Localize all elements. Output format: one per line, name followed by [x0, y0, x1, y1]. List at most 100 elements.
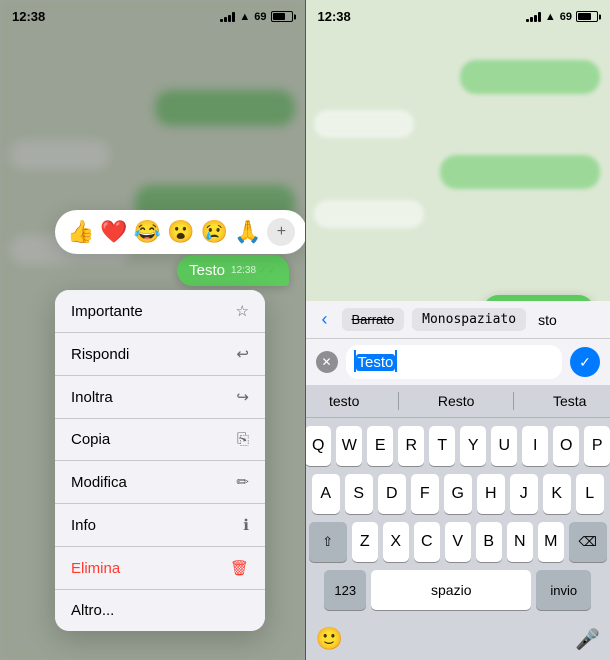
- emoji-thumbsup[interactable]: 👍: [67, 219, 94, 245]
- space-key[interactable]: spazio: [371, 570, 531, 610]
- key-v[interactable]: V: [445, 522, 471, 562]
- menu-item-copia[interactable]: Copia ⎘: [55, 419, 265, 461]
- reply-icon: ↩: [236, 345, 249, 363]
- key-p[interactable]: P: [584, 426, 610, 466]
- menu-item-elimina[interactable]: Elimina 🗑: [55, 547, 265, 590]
- invio-key[interactable]: invio: [536, 570, 591, 610]
- menu-item-altro[interactable]: Altro...: [55, 590, 265, 631]
- trash-icon: 🗑: [230, 559, 249, 577]
- right-status-time: 12:38: [318, 9, 351, 24]
- keyboard-area: ‹ Barrato Monospaziato sto ✕ Testo ✓ tes…: [306, 301, 610, 660]
- format-preview: sto: [538, 312, 557, 328]
- message-input[interactable]: Testo: [346, 345, 563, 379]
- key-c[interactable]: C: [414, 522, 440, 562]
- format-monospace[interactable]: Monospaziato: [412, 308, 526, 331]
- forward-icon: ↪: [236, 388, 249, 406]
- key-k[interactable]: K: [543, 474, 571, 514]
- left-phone: 12:38 ▲ 69 Testo 12:38 ✓✓ 👍 ❤️ 😂 😮 😢 🙏 +: [0, 0, 305, 660]
- menu-item-modifica[interactable]: Modifica ✏: [55, 461, 265, 504]
- menu-item-inoltra[interactable]: Inoltra ↪: [55, 376, 265, 419]
- key-w[interactable]: W: [336, 426, 362, 466]
- autocomplete-testa[interactable]: Testa: [545, 391, 594, 411]
- key-d[interactable]: D: [378, 474, 406, 514]
- key-g[interactable]: G: [444, 474, 472, 514]
- menu-label-rispondi: Rispondi: [71, 346, 129, 363]
- emoji-laugh[interactable]: 😂: [134, 219, 161, 245]
- autocomplete-divider-2: [513, 392, 514, 410]
- key-j[interactable]: J: [510, 474, 538, 514]
- key-o[interactable]: O: [553, 426, 579, 466]
- key-f[interactable]: F: [411, 474, 439, 514]
- autocomplete-testo[interactable]: testo: [321, 391, 367, 411]
- menu-item-rispondi[interactable]: Rispondi ↩: [55, 333, 265, 376]
- menu-label-copia: Copia: [71, 431, 110, 448]
- right-signal-icon: [526, 12, 541, 22]
- emoji-surprised[interactable]: 😮: [167, 219, 194, 245]
- right-phone: 12:38 ▲ 69 Testo 12:38 ✓✓ ‹ Barrato Mono…: [306, 0, 610, 660]
- key-y[interactable]: Y: [460, 426, 486, 466]
- status-time: 12:38: [12, 9, 45, 24]
- info-icon: ℹ: [243, 516, 249, 534]
- key-r[interactable]: R: [398, 426, 424, 466]
- status-bar: 12:38 ▲ 69: [0, 0, 305, 28]
- battery-icon: [271, 11, 293, 22]
- backspace-key[interactable]: ⌫: [569, 522, 607, 562]
- emoji-cry[interactable]: 😢: [201, 219, 228, 245]
- key-q[interactable]: Q: [306, 426, 332, 466]
- context-menu: Importante ☆ Rispondi ↩ Inoltra ↪ Copia …: [55, 290, 265, 631]
- key-row-1: Q W E R T Y U I O P: [310, 426, 607, 466]
- key-i[interactable]: I: [522, 426, 548, 466]
- battery-label: 69: [254, 11, 266, 23]
- key-t[interactable]: T: [429, 426, 455, 466]
- format-strikethrough[interactable]: Barrato: [342, 308, 405, 331]
- keyboard-rows: Q W E R T Y U I O P A S D F G H J K: [306, 418, 610, 622]
- emoji-heart[interactable]: ❤️: [100, 219, 127, 245]
- right-battery-label: 69: [560, 11, 572, 23]
- right-battery-icon: [576, 11, 598, 22]
- menu-label-altro: Altro...: [71, 602, 114, 619]
- keyboard-bottom: 🙂 🎤: [306, 622, 610, 660]
- right-status-bar: 12:38 ▲ 69: [306, 0, 610, 28]
- key-h[interactable]: H: [477, 474, 505, 514]
- menu-label-inoltra: Inoltra: [71, 389, 113, 406]
- format-back-button[interactable]: ‹: [316, 307, 334, 332]
- signal-icon: [220, 12, 235, 22]
- key-e[interactable]: E: [367, 426, 393, 466]
- autocomplete-divider-1: [398, 392, 399, 410]
- menu-label-elimina: Elimina: [71, 560, 120, 577]
- key-row-4: 123 spazio invio: [310, 570, 607, 610]
- autocomplete-resto[interactable]: Resto: [430, 391, 483, 411]
- emoji-keyboard-button[interactable]: 🙂: [316, 626, 343, 652]
- copy-icon: ⎘: [237, 431, 249, 448]
- tapped-message-bubble: Testo 12:38 ✓✓: [177, 255, 288, 286]
- key-x[interactable]: X: [383, 522, 409, 562]
- key-n[interactable]: N: [507, 522, 533, 562]
- key-m[interactable]: M: [538, 522, 564, 562]
- edit-icon: ✏: [236, 473, 249, 491]
- key-s[interactable]: S: [345, 474, 373, 514]
- clear-button[interactable]: ✕: [316, 351, 338, 373]
- right-status-icons: ▲ 69: [526, 11, 598, 23]
- menu-item-info[interactable]: Info ℹ: [55, 504, 265, 547]
- wifi-icon: ▲: [239, 11, 250, 23]
- menu-label-info: Info: [71, 517, 96, 534]
- key-b[interactable]: B: [476, 522, 502, 562]
- shift-key[interactable]: ⇧: [309, 522, 347, 562]
- key-a[interactable]: A: [312, 474, 340, 514]
- status-icons: ▲ 69: [220, 11, 292, 23]
- key-z[interactable]: Z: [352, 522, 378, 562]
- checkmarks: ✓✓: [258, 264, 276, 277]
- numbers-key[interactable]: 123: [324, 570, 366, 610]
- format-bar: ‹ Barrato Monospaziato sto: [306, 301, 610, 339]
- emoji-more-button[interactable]: +: [267, 218, 295, 246]
- microphone-button[interactable]: 🎤: [575, 627, 600, 652]
- send-button[interactable]: ✓: [570, 347, 600, 377]
- key-u[interactable]: U: [491, 426, 517, 466]
- menu-label-importante: Importante: [71, 303, 143, 320]
- key-row-2: A S D F G H J K L: [310, 474, 607, 514]
- emoji-reaction-bar[interactable]: 👍 ❤️ 😂 😮 😢 🙏 +: [55, 210, 305, 254]
- key-l[interactable]: L: [576, 474, 604, 514]
- emoji-pray[interactable]: 🙏: [234, 219, 261, 245]
- message-input-row: ✕ Testo ✓: [306, 339, 610, 385]
- menu-item-importante[interactable]: Importante ☆: [55, 290, 265, 333]
